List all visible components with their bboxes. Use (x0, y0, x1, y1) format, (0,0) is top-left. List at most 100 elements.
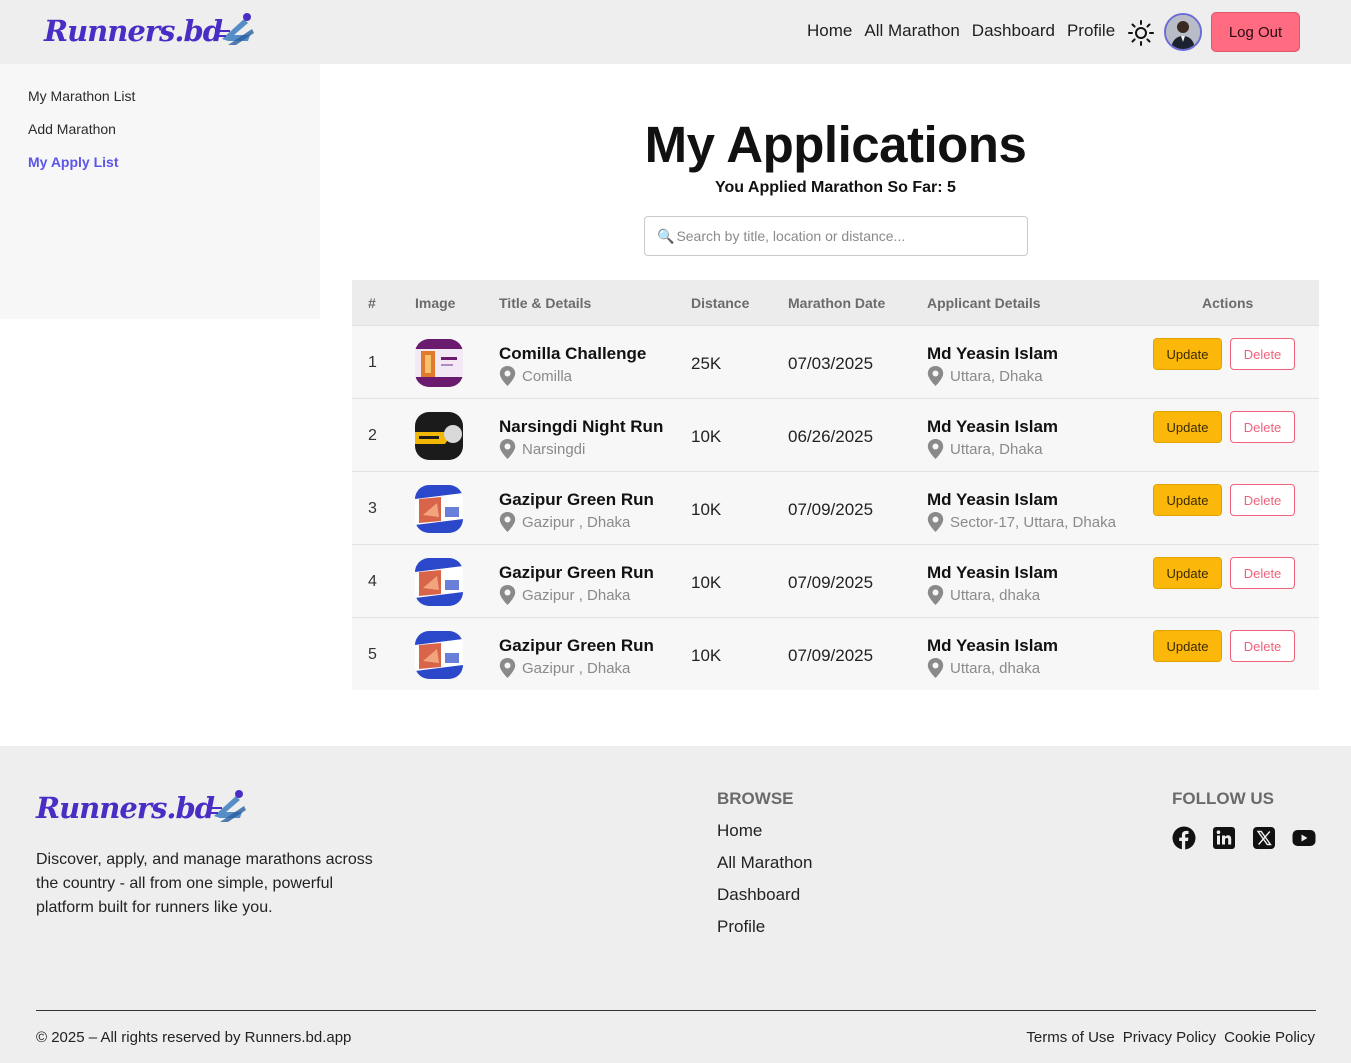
logout-button[interactable]: Log Out (1211, 12, 1300, 52)
table-row: 5 Gazipur Green Run Gazipur , Dhaka 10K 07/0… (352, 617, 1319, 690)
footer-link-home[interactable]: Home (717, 821, 762, 841)
update-button[interactable]: Update (1153, 484, 1222, 516)
marathon-location: Gazipur , Dhaka (499, 585, 630, 605)
marathon-thumbnail (415, 631, 463, 679)
marathon-thumbnail (415, 339, 463, 387)
header-applicant: Applicant Details (927, 295, 1041, 311)
runner-logo-icon (216, 13, 255, 45)
location-pin-icon (499, 512, 516, 532)
delete-button[interactable]: Delete (1230, 484, 1295, 516)
location-pin-icon (927, 585, 944, 605)
marathon-date: 07/09/2025 (788, 573, 874, 592)
nav-profile[interactable]: Profile (1067, 21, 1115, 41)
applicant-location-text: Uttara, Dhaka (950, 367, 1043, 385)
row-number: 1 (368, 354, 377, 371)
header-actions: Actions (1202, 295, 1254, 311)
marathon-location-text: Gazipur , Dhaka (522, 513, 631, 531)
marathon-distance: 10K (691, 500, 722, 519)
marathon-location-text: Comilla (522, 367, 573, 385)
footer-divider (36, 1010, 1316, 1011)
location-pin-icon (927, 658, 944, 678)
linkedin-icon[interactable] (1212, 826, 1236, 850)
table-row: 4 Gazipur Green Run Gazipur , Dhaka 10K 07/0… (352, 544, 1319, 617)
marathon-thumbnail (415, 412, 463, 460)
footer-link-all-marathon[interactable]: All Marathon (717, 853, 812, 873)
applicant-location-text: Sector-17, Uttara, Dhaka (950, 513, 1116, 531)
delete-button[interactable]: Delete (1230, 338, 1295, 370)
marathon-date: 07/09/2025 (788, 500, 874, 519)
row-number: 4 (368, 573, 377, 590)
header-image: Image (415, 295, 456, 311)
update-button[interactable]: Update (1153, 557, 1222, 589)
search-input[interactable] (676, 228, 1017, 244)
terms-link[interactable]: Terms of Use (1026, 1029, 1114, 1046)
footer-logo[interactable]: Runners.bd (36, 786, 250, 830)
page-title: My Applications (644, 116, 1027, 173)
location-pin-icon (927, 512, 944, 532)
marathon-location-text: Gazipur , Dhaka (522, 586, 631, 604)
search-box[interactable]: 🔍 (644, 216, 1028, 256)
applications-table: # Image Title & Details Distance Maratho… (352, 280, 1319, 690)
site-header: Runners.bd Home All Marathon Dashboard P… (0, 0, 1351, 64)
footer-link-profile[interactable]: Profile (717, 917, 765, 937)
applicant-name: Md Yeasin Islam (927, 563, 1059, 582)
user-avatar[interactable] (1164, 13, 1202, 51)
brand-logo[interactable]: Runners.bd (44, 9, 258, 53)
marathon-date: 07/03/2025 (788, 354, 874, 373)
marathon-distance: 10K (691, 573, 722, 592)
location-pin-icon (499, 366, 516, 386)
header-title: Title & Details (499, 295, 592, 311)
table-body: 1 Comilla Challenge Comilla 25K 07/03/2025 Md… (352, 325, 1319, 690)
header-date: Marathon Date (788, 295, 886, 311)
site-footer: Runners.bd Discover, apply, and manage m… (0, 746, 1351, 1063)
runner-logo-icon (208, 790, 247, 822)
header-distance: Distance (691, 295, 750, 311)
table-row: 1 Comilla Challenge Comilla 25K 07/03/2025 Md… (352, 325, 1319, 398)
update-button[interactable]: Update (1153, 411, 1222, 443)
marathon-title: Gazipur Green Run (499, 563, 654, 582)
marathon-distance: 10K (691, 427, 722, 446)
row-number: 2 (368, 427, 377, 444)
cookie-link[interactable]: Cookie Policy (1224, 1029, 1315, 1046)
location-pin-icon (927, 366, 944, 386)
sun-icon[interactable] (1128, 20, 1154, 46)
marathon-location: Comilla (499, 366, 572, 386)
delete-button[interactable]: Delete (1230, 557, 1295, 589)
facebook-icon[interactable] (1172, 826, 1196, 850)
nav-home[interactable]: Home (807, 21, 852, 41)
update-button[interactable]: Update (1153, 338, 1222, 370)
x-icon[interactable] (1252, 826, 1276, 850)
delete-button[interactable]: Delete (1230, 630, 1295, 662)
applied-count: You Applied Marathon So Far: 5 (715, 179, 956, 196)
applicant-location: Uttara, Dhaka (927, 439, 1043, 459)
brand-name: Runners.bd (44, 14, 223, 48)
table-row: 3 Gazipur Green Run Gazipur , Dhaka 10K 07/0… (352, 471, 1319, 544)
location-pin-icon (927, 439, 944, 459)
follow-heading: FOLLOW US (1172, 789, 1274, 808)
delete-button[interactable]: Delete (1230, 411, 1295, 443)
applicant-name: Md Yeasin Islam (927, 344, 1059, 363)
marathon-title: Comilla Challenge (499, 344, 647, 363)
applicant-location-text: Uttara, dhaka (950, 586, 1041, 604)
marathon-thumbnail (415, 485, 463, 533)
update-button[interactable]: Update (1153, 630, 1222, 662)
row-number: 3 (368, 500, 377, 517)
marathon-date: 07/09/2025 (788, 646, 874, 665)
search-icon: 🔍 (657, 227, 675, 244)
applicant-location-text: Uttara, Dhaka (950, 440, 1043, 458)
location-pin-icon (499, 585, 516, 605)
footer-link-dashboard[interactable]: Dashboard (717, 885, 800, 905)
marathon-location: Gazipur , Dhaka (499, 512, 630, 532)
nav-dashboard[interactable]: Dashboard (972, 21, 1055, 41)
marathon-distance: 10K (691, 646, 722, 665)
youtube-icon[interactable] (1292, 826, 1316, 850)
privacy-link[interactable]: Privacy Policy (1123, 1029, 1216, 1046)
marathon-date: 06/26/2025 (788, 427, 874, 446)
applicant-location: Uttara, dhaka (927, 585, 1040, 605)
legal-links: Terms of Use Privacy Policy Cookie Polic… (1026, 1029, 1315, 1046)
marathon-title: Gazipur Green Run (499, 636, 654, 655)
applicant-location: Sector-17, Uttara, Dhaka (927, 512, 1116, 532)
sidebar-item-my-marathon-list[interactable]: My Marathon List (28, 88, 135, 104)
applicant-location: Uttara, dhaka (927, 658, 1040, 678)
nav-all-marathon[interactable]: All Marathon (864, 21, 959, 41)
